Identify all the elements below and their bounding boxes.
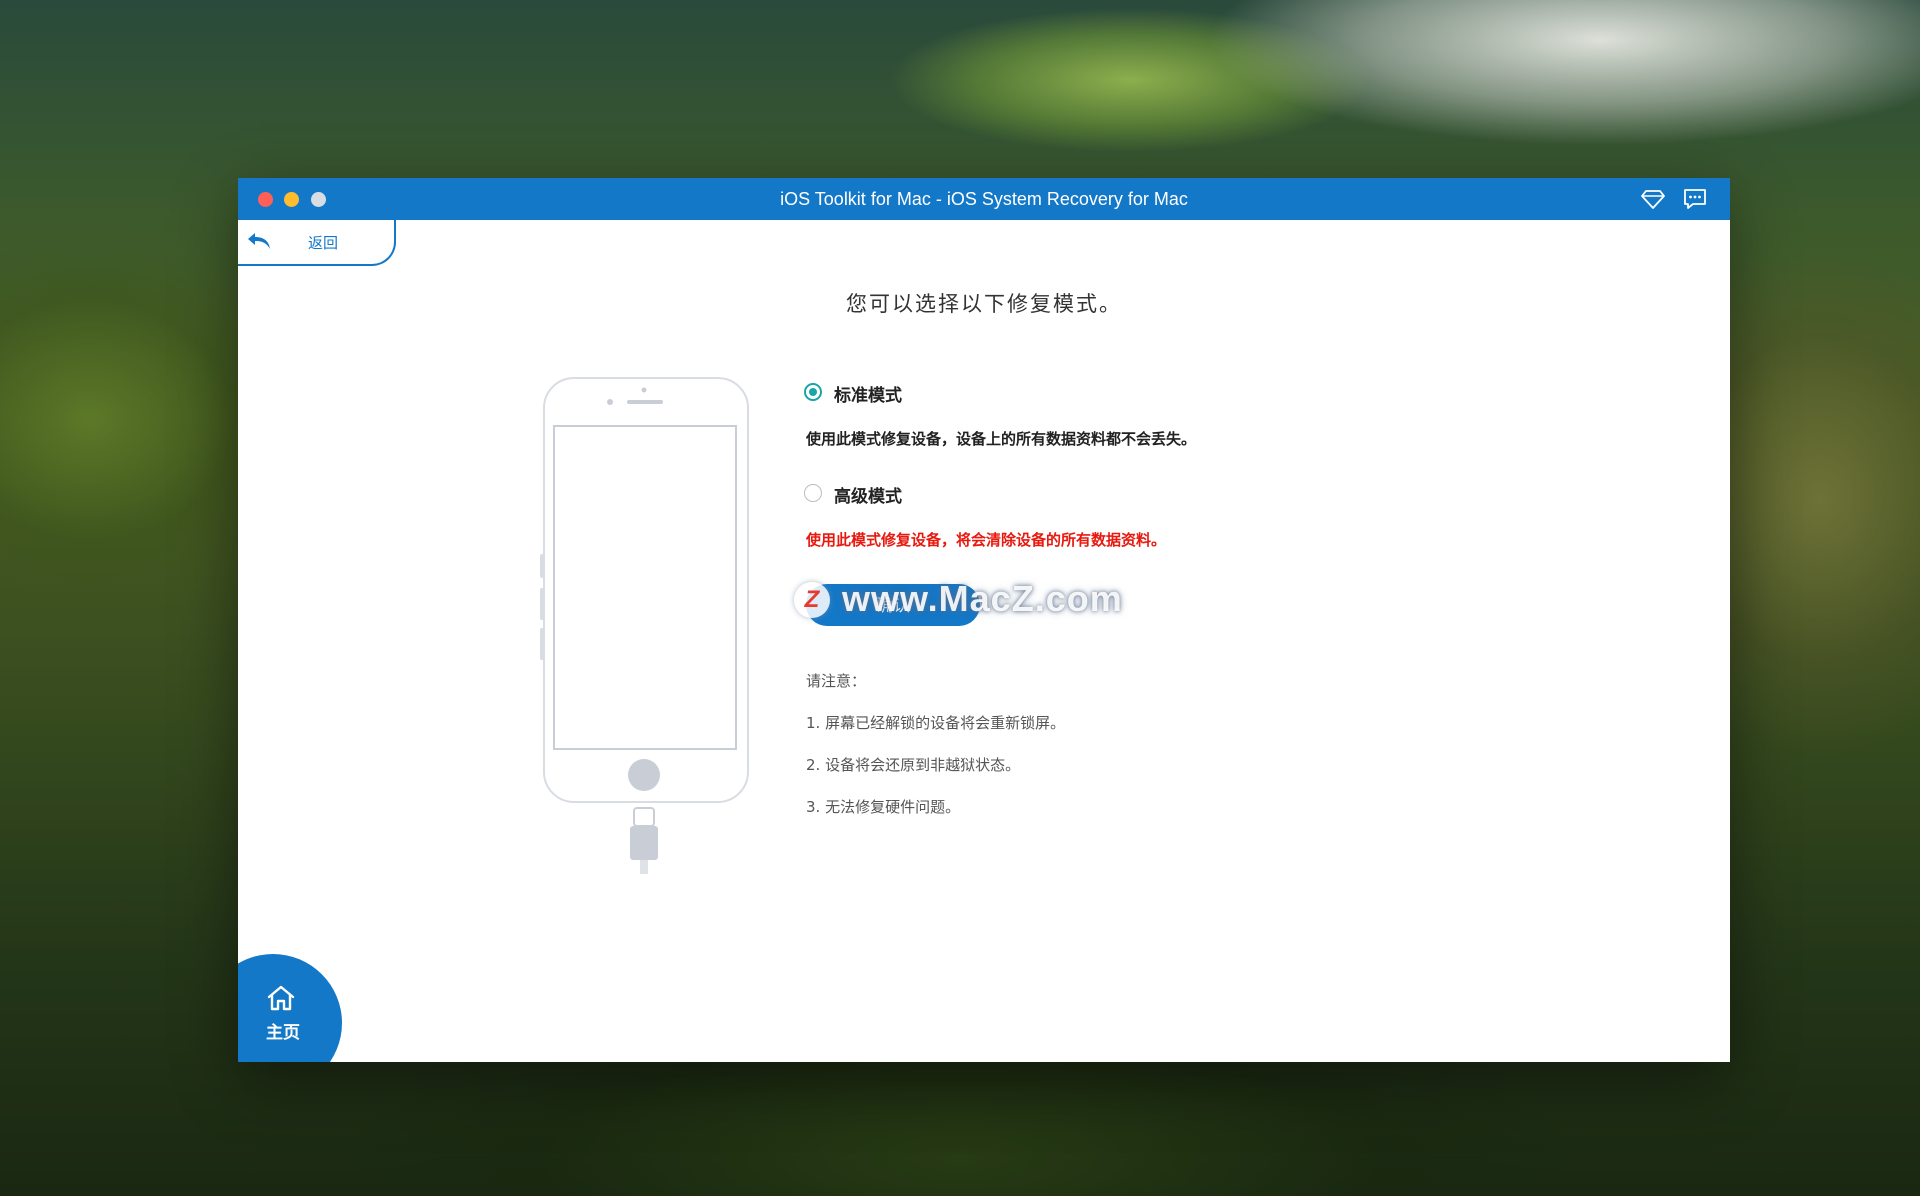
standard-mode-description: 使用此模式修复设备，设备上的所有数据资料都不会丢失。 (806, 430, 1197, 448)
standard-mode-label: 标准模式 (834, 386, 902, 406)
page-heading: 您可以选择以下修复模式。 (846, 292, 1122, 316)
standard-mode-radio[interactable] (804, 383, 822, 401)
note-item: 1. 屏幕已经解锁的设备将会重新锁屏。 (806, 714, 1066, 732)
note-item: 3. 无法修复硬件问题。 (806, 798, 961, 816)
window-title: iOS Toolkit for Mac - iOS System Recover… (780, 189, 1188, 209)
watermark-logo-letter: Z (804, 586, 820, 613)
home-button[interactable]: 主页 (238, 954, 342, 1062)
advanced-mode-description: 使用此模式修复设备，将会清除设备的所有数据资料。 (806, 531, 1167, 549)
home-icon (267, 985, 295, 1011)
advanced-mode-label: 高级模式 (834, 487, 902, 507)
advanced-mode-radio[interactable] (804, 484, 822, 502)
back-button[interactable]: 返回 (238, 220, 396, 266)
chat-icon[interactable] (1683, 188, 1707, 210)
watermark-text: www.MacZ.com (842, 578, 1123, 619)
iphone-illustration (540, 377, 749, 874)
note-item: 2. 设备将会还原到非越狱状态。 (806, 756, 1021, 774)
back-label: 返回 (308, 234, 339, 252)
app-window: iOS Toolkit for Mac - iOS System Recover… (238, 178, 1730, 1062)
diamond-icon[interactable] (1641, 188, 1665, 210)
notes-title: 请注意： (806, 672, 867, 690)
title-bar[interactable]: iOS Toolkit for Mac - iOS System Recover… (238, 178, 1730, 220)
watermark-logo-icon: Z (794, 582, 830, 618)
home-label: 主页 (266, 1023, 300, 1043)
back-arrow-icon (248, 233, 270, 249)
